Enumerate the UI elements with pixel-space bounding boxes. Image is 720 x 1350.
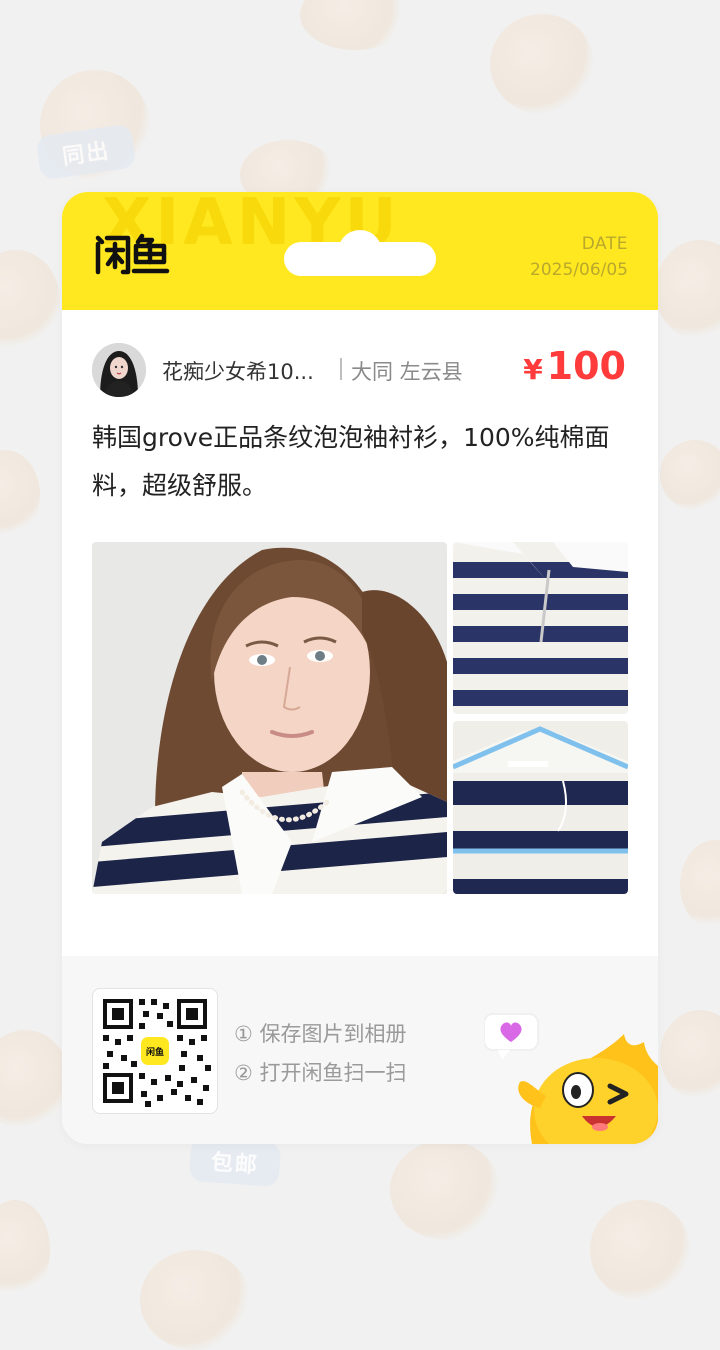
date-label: DATE	[581, 234, 628, 254]
background-mascot	[655, 240, 720, 340]
shirt-hanger-photo[interactable]	[453, 721, 628, 894]
background-mascot	[490, 14, 594, 114]
shirt-collar-photo[interactable]	[453, 542, 628, 714]
price-currency: ¥	[523, 353, 543, 386]
seller-name[interactable]: 花痴少女希10...	[162, 356, 314, 386]
svg-text:闲鱼: 闲鱼	[146, 1046, 164, 1058]
qr-code-icon: 闲鱼	[103, 999, 211, 1107]
background-mascot	[0, 1030, 70, 1130]
shirt-hanger-image	[453, 721, 628, 894]
model-photo-image	[92, 542, 447, 894]
card-header: XIANYU DATE 2025/06/05	[62, 192, 658, 310]
seller-divider	[340, 358, 342, 380]
background-mascot	[0, 250, 60, 350]
xianyu-logo-icon	[95, 233, 170, 275]
card-footer: 闲鱼 ① 保存图片到相册 ② 打开闲鱼扫一扫	[62, 956, 658, 1144]
shirt-collar-image	[453, 542, 628, 714]
background-mascot	[660, 1010, 720, 1100]
scan-step: ② 打开闲鱼扫一扫	[234, 1061, 407, 1085]
user-avatar-icon	[92, 343, 146, 397]
price-value: 100	[546, 344, 626, 388]
background-mascot	[300, 0, 410, 50]
card-hanger-slot	[284, 230, 436, 276]
save-image-step: ① 保存图片到相册	[234, 1022, 407, 1046]
item-price: ¥100	[523, 344, 626, 388]
date-value: 2025/06/05	[530, 260, 628, 280]
model-photo[interactable]	[92, 542, 447, 894]
background-mascot	[0, 1200, 50, 1300]
background-mascot	[590, 1200, 690, 1300]
share-card: XIANYU DATE 2025/06/05 花痴少女希10... 大同 左云县…	[62, 192, 658, 1144]
seller-location: 大同 左云县	[351, 360, 463, 384]
background-mascot	[680, 840, 720, 930]
xianyu-mascot-icon	[484, 1013, 658, 1144]
qr-code[interactable]: 闲鱼	[92, 988, 218, 1114]
background-badge: 包邮	[188, 1136, 282, 1188]
seller-avatar[interactable]	[92, 343, 146, 397]
background-mascot	[140, 1250, 250, 1350]
item-description: 韩国grove正品条纹泡泡袖衬衫，100%纯棉面料，超级舒服。	[92, 423, 610, 500]
background-mascot	[390, 1140, 500, 1240]
background-mascot	[660, 440, 720, 510]
background-mascot	[0, 450, 40, 540]
